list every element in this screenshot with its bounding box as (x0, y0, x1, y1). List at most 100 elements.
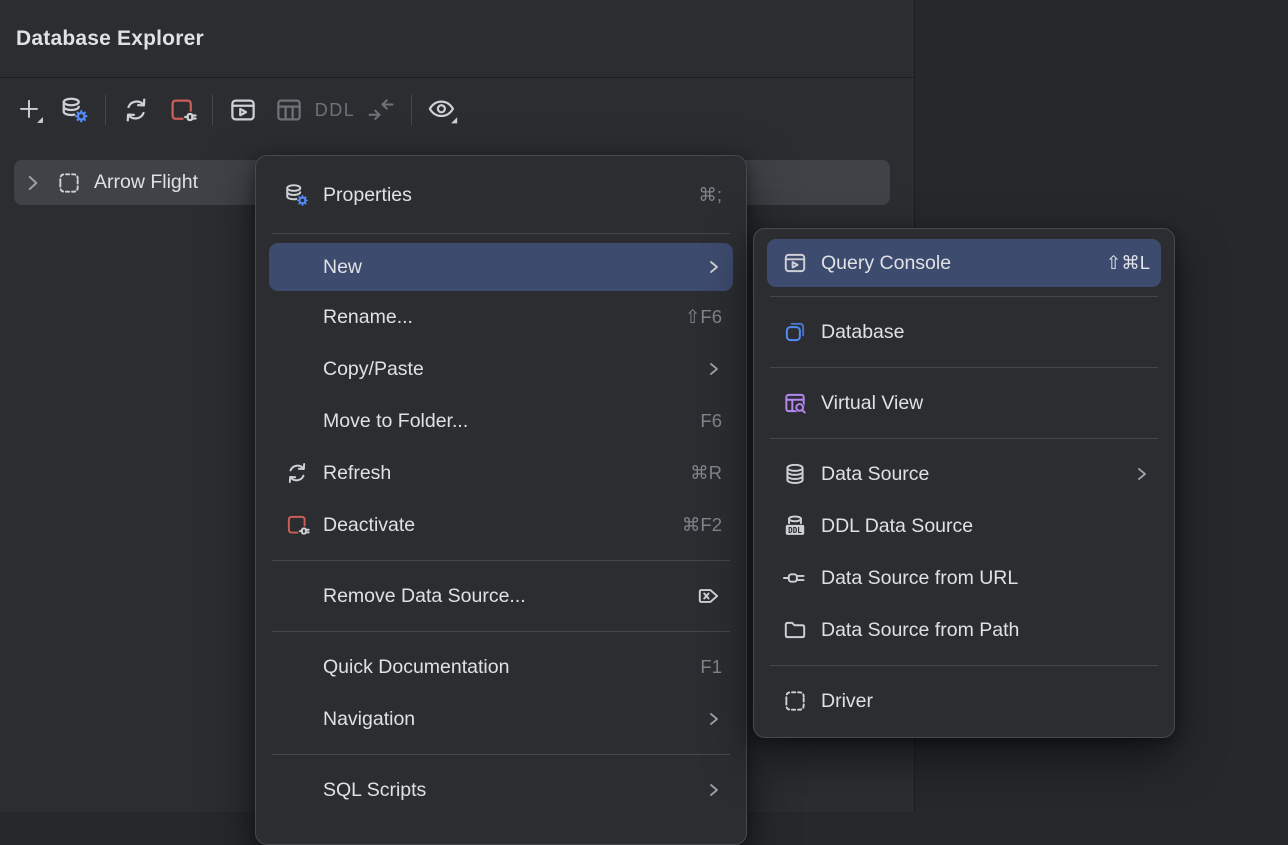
menu-item-query-console[interactable]: Query Console ⇧⌘L (767, 239, 1161, 287)
ddl-label: DDL (311, 100, 360, 121)
menu-item-label: New (323, 256, 682, 279)
menu-item-copy-paste[interactable]: Copy/Paste (256, 343, 746, 395)
menu-item-quick-documentation[interactable]: Quick Documentation F1 (256, 641, 746, 693)
menu-item-label: Refresh (323, 462, 666, 485)
menu-item-new[interactable]: New (269, 243, 733, 291)
data-source-properties-button[interactable] (52, 89, 98, 131)
menu-item-label: Remove Data Source... (323, 585, 672, 608)
page-title: Database Explorer (16, 27, 204, 51)
compare-button[interactable] (358, 89, 404, 131)
menu-item-properties[interactable]: Properties ⌘; (256, 166, 746, 224)
toolbar-separator (212, 95, 213, 125)
menu-item-label: SQL Scripts (323, 779, 682, 802)
menu-item-label: DDL Data Source (821, 515, 1150, 538)
menu-separator (272, 631, 730, 632)
database-gear-icon (60, 95, 90, 125)
menu-item-label: Data Source (821, 463, 1110, 486)
menu-separator (770, 367, 1158, 368)
menu-item-refresh[interactable]: Refresh ⌘R (256, 447, 746, 499)
data-source-icon (782, 461, 808, 487)
menu-item-label: Move to Folder... (323, 410, 676, 433)
menu-item-navigation[interactable]: Navigation (256, 693, 746, 745)
submenu-chevron-icon (706, 782, 722, 798)
menu-item-remove-data-source[interactable]: Remove Data Source... (256, 570, 746, 622)
refresh-icon (284, 460, 310, 486)
folder-icon (782, 617, 808, 643)
table-icon (274, 95, 304, 125)
delete-icon (696, 583, 722, 609)
open-table-button[interactable] (266, 89, 312, 131)
menu-item-rename[interactable]: Rename... ⇧F6 (256, 291, 746, 343)
menu-item-shortcut: ⇧⌘L (1106, 252, 1150, 274)
menu-item-label: Copy/Paste (323, 358, 682, 381)
generate-ddl-button[interactable]: DDL (312, 89, 358, 131)
panel-header: Database Explorer (0, 0, 914, 78)
menu-item-ddl-data-source[interactable]: DDL DDL Data Source (754, 500, 1174, 552)
menu-item-label: Navigation (323, 708, 682, 731)
menu-separator (272, 233, 730, 234)
menu-item-sql-scripts[interactable]: SQL Scripts (256, 764, 746, 816)
menu-separator (770, 665, 1158, 666)
menu-separator (770, 438, 1158, 439)
menu-item-label: Properties (323, 184, 674, 207)
menu-item-virtual-view[interactable]: Virtual View (754, 377, 1174, 429)
menu-separator (272, 754, 730, 755)
view-options-button[interactable] (419, 89, 465, 131)
deactivate-button[interactable] (159, 89, 205, 131)
menu-item-label: Driver (821, 690, 1150, 713)
menu-item-move-to-folder[interactable]: Move to Folder... F6 (256, 395, 746, 447)
plus-dropdown-icon (14, 95, 44, 125)
eye-dropdown-icon (425, 93, 459, 127)
menu-separator (272, 560, 730, 561)
menu-item-label: Data Source from URL (821, 567, 1150, 590)
menu-item-label: Database (821, 321, 1150, 344)
menu-item-shortcut: ⌘F2 (682, 514, 722, 536)
menu-item-data-source-from-path[interactable]: Data Source from Path (754, 604, 1174, 656)
menu-item-label: Deactivate (323, 514, 658, 537)
menu-item-deactivate[interactable]: Deactivate ⌘F2 (256, 499, 746, 551)
menu-item-data-source-from-url[interactable]: Data Source from URL (754, 552, 1174, 604)
context-menu: Properties ⌘; New Rename... ⇧F6 Copy/Pas… (255, 155, 747, 845)
database-gear-icon (284, 182, 310, 208)
plug-icon (782, 565, 808, 591)
new-submenu: Query Console ⇧⌘L Database Virtual View (753, 228, 1175, 738)
menu-item-label: Query Console (821, 252, 1082, 275)
submenu-chevron-icon (1134, 466, 1150, 482)
submenu-chevron-icon (706, 361, 722, 377)
virtual-view-icon (782, 390, 808, 416)
menu-item-shortcut: F1 (700, 656, 722, 678)
jump-to-query-console-button[interactable] (220, 89, 266, 131)
add-button[interactable] (6, 89, 52, 131)
refresh-icon (121, 95, 151, 125)
query-console-icon (782, 250, 808, 276)
menu-item-database[interactable]: Database (754, 306, 1174, 358)
menu-item-label: Quick Documentation (323, 656, 676, 679)
menu-item-shortcut: ⇧F6 (685, 306, 722, 328)
submenu-chevron-icon (706, 259, 722, 275)
query-console-icon (228, 95, 258, 125)
toolbar-separator (411, 95, 412, 125)
submenu-chevron-icon (706, 711, 722, 727)
tree-item-label: Arrow Flight (94, 171, 198, 194)
database-icon (782, 319, 808, 345)
menu-item-shortcut: ⌘; (698, 184, 722, 206)
toolbar-separator (105, 95, 106, 125)
driver-icon (56, 170, 82, 196)
menu-separator (770, 296, 1158, 297)
driver-icon (782, 688, 808, 714)
menu-item-data-source[interactable]: Data Source (754, 448, 1174, 500)
toolbar: DDL (6, 84, 914, 136)
swap-arrows-icon (365, 94, 397, 126)
menu-item-label: Rename... (323, 306, 661, 329)
ddl-data-source-icon: DDL (782, 513, 808, 539)
menu-item-shortcut: ⌘R (690, 462, 722, 484)
menu-item-label: Virtual View (821, 392, 1150, 415)
menu-item-label: Data Source from Path (821, 619, 1150, 642)
deactivate-plug-icon (284, 512, 310, 538)
deactivate-plug-icon (167, 95, 197, 125)
menu-item-shortcut: F6 (700, 410, 722, 432)
svg-text:DDL: DDL (788, 526, 802, 535)
refresh-button[interactable] (113, 89, 159, 131)
menu-item-driver[interactable]: Driver (754, 675, 1174, 727)
chevron-right-icon[interactable] (22, 172, 44, 194)
